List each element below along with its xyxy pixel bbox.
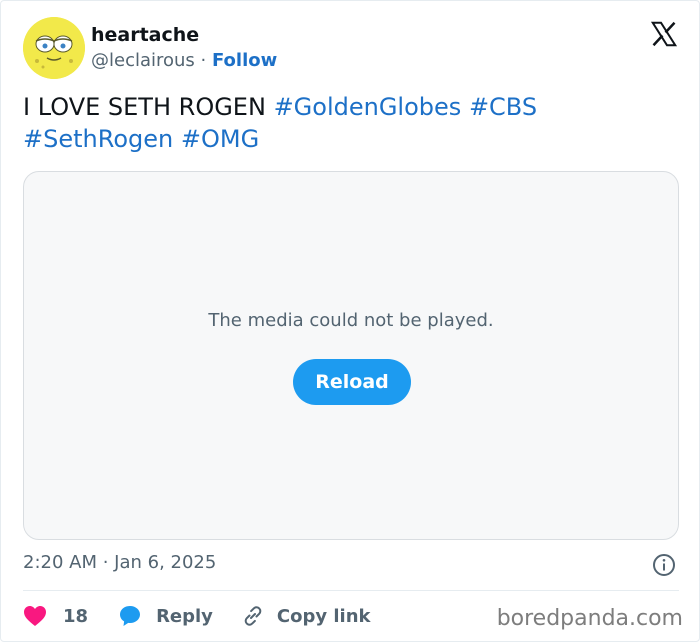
- tweet-header: heartache @leclairous · Follow: [23, 17, 679, 81]
- copy-link-button[interactable]: Copy link: [241, 604, 371, 628]
- hashtag-omg[interactable]: #OMG: [181, 125, 259, 153]
- hashtag-sethrogen[interactable]: #SethRogen: [23, 125, 173, 153]
- name-block: heartache @leclairous · Follow: [91, 23, 277, 73]
- heart-icon: [24, 606, 46, 626]
- media-player: The media could not be played. Reload: [23, 171, 679, 540]
- link-icon: [244, 606, 262, 626]
- follow-button[interactable]: Follow: [212, 50, 277, 71]
- like-count: 18: [63, 605, 89, 627]
- info-icon[interactable]: [652, 553, 676, 577]
- speech-bubble-icon: [120, 606, 141, 626]
- hashtag-goldenglobes[interactable]: #GoldenGlobes: [274, 93, 462, 121]
- copy-link-label: Copy link: [276, 605, 371, 627]
- hashtag-cbs[interactable]: #CBS: [469, 93, 537, 121]
- handle[interactable]: @leclairous: [91, 50, 195, 71]
- reply-label: Reply: [156, 605, 213, 627]
- tweet-timestamp[interactable]: 2:20 AM · Jan 6, 2025: [23, 552, 216, 573]
- media-error-message: The media could not be played.: [208, 310, 494, 331]
- avatar[interactable]: [23, 17, 85, 79]
- handle-separator: ·: [194, 50, 212, 71]
- tweet-text: I LOVE SETH ROGEN #GoldenGlobes #CBS #Se…: [23, 91, 673, 155]
- like-button[interactable]: 18: [23, 605, 88, 627]
- tweet-card: heartache @leclairous · Follow I LOVE SE…: [0, 0, 700, 642]
- tweet-body: I LOVE SETH ROGEN: [23, 93, 266, 121]
- reload-button[interactable]: Reload: [293, 359, 411, 405]
- divider: [23, 590, 679, 591]
- reply-button[interactable]: Reply: [118, 604, 213, 628]
- action-bar: 18 Reply Copy link: [23, 601, 371, 631]
- watermark: boredpanda.com: [496, 606, 683, 631]
- display-name[interactable]: heartache: [91, 23, 277, 47]
- x-logo-icon[interactable]: [649, 19, 679, 49]
- avatar-image: [23, 17, 85, 79]
- handle-row: @leclairous · Follow: [91, 49, 277, 73]
